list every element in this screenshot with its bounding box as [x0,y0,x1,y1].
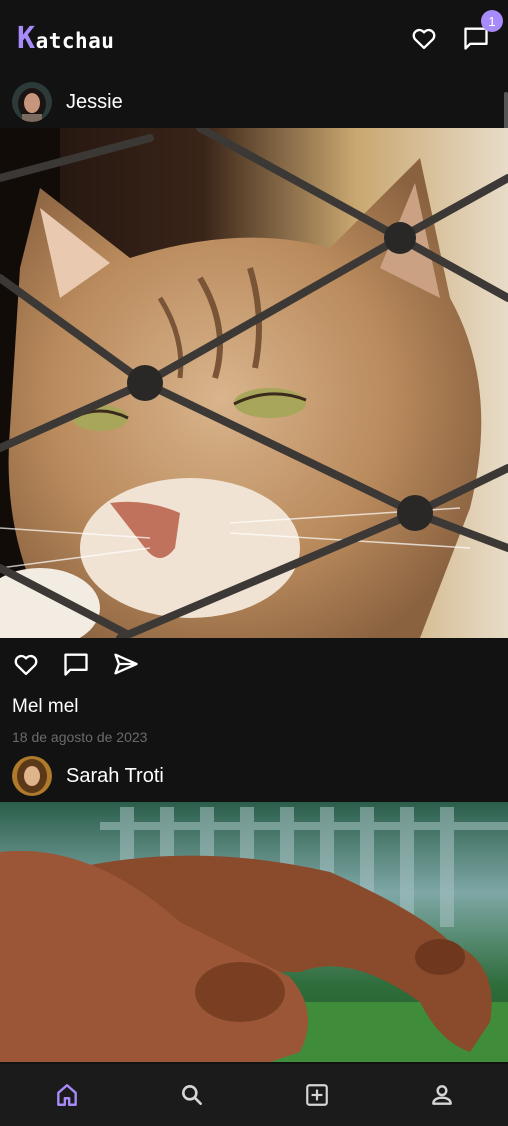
post: Sarah Troti [0,750,508,1062]
feed: Jessie Mel mel 18 de agosto de 2023 Sara… [0,76,508,1064]
search-icon [181,1085,202,1105]
messages-button[interactable]: 1 [461,10,503,53]
post-author[interactable]: Jessie [66,91,123,114]
add-box-icon [305,1084,328,1106]
post-caption: Mel mel [12,696,79,717]
post-image[interactable] [0,128,508,638]
heart-icon[interactable] [12,650,40,678]
nav-profile[interactable] [412,1065,472,1125]
nav-home[interactable] [37,1065,97,1125]
post: Jessie Mel mel 18 de agosto de 2023 [0,76,508,750]
post-header: Jessie [0,76,508,128]
top-app-bar: K atchau 1 [0,0,508,76]
send-icon[interactable] [112,650,140,678]
home-icon [56,1084,77,1106]
heart-icon [412,28,436,50]
post-date: 18 de agosto de 2023 [12,729,148,745]
logo-text: atchau [35,28,115,53]
logo-initial: K [17,20,36,56]
avatar[interactable] [12,756,52,796]
nav-search[interactable] [162,1065,222,1125]
person-icon [431,1085,452,1105]
post-actions [0,638,508,690]
header-actions: 1 [409,10,503,53]
app-screen: K atchau 1 Jessie Mel mel 18 de agosto d… [0,0,508,1126]
nav-create[interactable] [287,1065,347,1125]
favorites-button[interactable] [409,23,439,53]
bottom-navigation [0,1064,508,1126]
comment-icon[interactable] [62,650,90,678]
app-logo[interactable]: K atchau [17,21,114,56]
avatar[interactable] [12,82,52,122]
post-header: Sarah Troti [0,750,508,802]
post-image[interactable] [0,802,508,1062]
dogs-photo [0,802,508,1062]
cat-photo [0,128,508,638]
messages-badge: 1 [481,10,503,32]
post-author[interactable]: Sarah Troti [66,765,164,788]
